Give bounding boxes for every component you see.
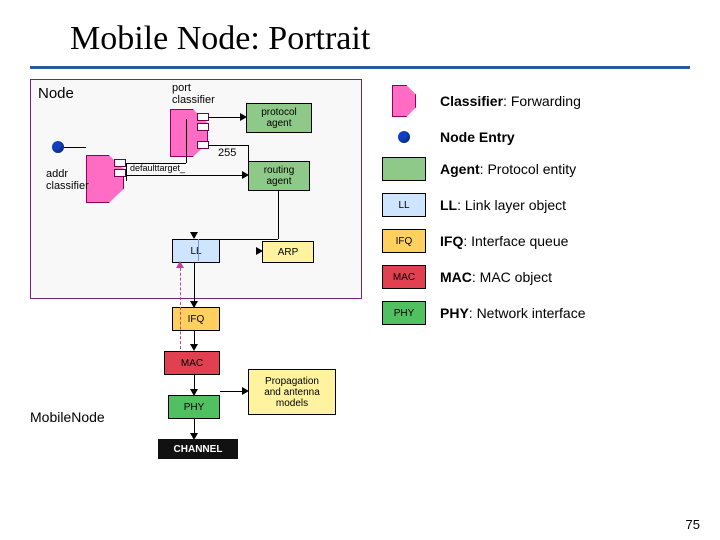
- legend-desc: : Interface queue: [463, 233, 568, 249]
- arrow-head: [176, 261, 184, 268]
- agent-icon: [380, 157, 428, 181]
- arrow-head: [190, 301, 198, 308]
- arrow: [208, 145, 248, 146]
- legend: Classifier: Forwarding Node Entry Agent:…: [380, 79, 690, 469]
- legend-desc: : Protocol entity: [480, 161, 577, 177]
- legend-term: LL: [440, 197, 457, 213]
- legend-phy: PHY PHY: Network interface: [380, 301, 690, 325]
- phy-icon: PHY: [380, 301, 428, 325]
- legend-ifq: IFQ IFQ: Interface queue: [380, 229, 690, 253]
- arrow: [64, 147, 86, 148]
- addr-classifier-label: addrclassifier: [46, 169, 89, 192]
- legend-term: MAC: [440, 269, 472, 285]
- legend-term: Agent: [440, 161, 480, 177]
- arp-box: ARP: [262, 241, 314, 263]
- slide-title: Mobile Node: Portrait: [70, 20, 690, 58]
- channel-box: CHANNEL: [158, 439, 238, 459]
- legend-term: PHY: [440, 305, 469, 321]
- legend-term: Classifier: [440, 93, 503, 109]
- default-target-label: defaulttarget_: [130, 163, 185, 173]
- ifq-icon: IFQ: [380, 229, 428, 253]
- legend-desc: : MAC object: [472, 269, 552, 285]
- addr-slot: [114, 169, 126, 177]
- mac-icon: MAC: [380, 265, 428, 289]
- legend-agent: Agent: Protocol entity: [380, 157, 690, 181]
- arrow-head: [190, 433, 198, 440]
- routing-agent-box: routingagent: [248, 161, 310, 191]
- arrow: [220, 239, 278, 240]
- port-slot: [197, 123, 209, 131]
- diagram: Node portclassifier protocolagent 255 ad…: [30, 79, 370, 469]
- legend-classifier: Classifier: Forwarding: [380, 85, 690, 117]
- arrow-head: [242, 387, 249, 395]
- legend-term: IFQ: [440, 233, 463, 249]
- legend-desc: : Link layer object: [457, 197, 566, 213]
- page-number: 75: [686, 517, 700, 532]
- propagation-models-box: Propagationand antennamodels: [248, 369, 336, 415]
- protocol-agent-box: protocolagent: [246, 103, 312, 133]
- mobilenode-label: MobileNode: [30, 409, 105, 425]
- arrow-head: [190, 232, 198, 239]
- legend-term: Node Entry: [440, 129, 515, 145]
- title-underline: [30, 66, 690, 69]
- arrow: [126, 163, 127, 181]
- arrow: [278, 191, 279, 239]
- arrow: [208, 117, 244, 118]
- legend-ll: LL LL: Link layer object: [380, 193, 690, 217]
- arrow-head: [256, 247, 263, 255]
- uptarget-line: [180, 263, 181, 349]
- phy-box: PHY: [168, 395, 220, 419]
- node-label: Node: [38, 85, 74, 102]
- ll-divider: [198, 239, 199, 261]
- arrow-head: [190, 344, 198, 351]
- legend-entry: Node Entry: [380, 129, 690, 145]
- classifier-icon: [380, 85, 428, 117]
- mac-box: MAC: [164, 351, 220, 375]
- legend-desc: : Network interface: [469, 305, 586, 321]
- arrow-head: [240, 113, 247, 121]
- arrow-head: [190, 389, 198, 396]
- addr-slot: [114, 159, 126, 167]
- legend-desc: : Forwarding: [503, 93, 581, 109]
- content-area: Node portclassifier protocolagent 255 ad…: [30, 79, 690, 469]
- arrow: [186, 119, 187, 163]
- ll-icon: LL: [380, 193, 428, 217]
- arrow: [248, 145, 249, 161]
- legend-mac: MAC MAC: MAC object: [380, 265, 690, 289]
- port-255-label: 255: [218, 147, 236, 159]
- port-classifier-label: portclassifier: [172, 83, 215, 106]
- ll-box: LL: [172, 239, 220, 263]
- node-entry-dot: [52, 141, 64, 153]
- node-entry-icon: [380, 131, 428, 143]
- arrow: [126, 175, 246, 176]
- arrow: [126, 163, 186, 164]
